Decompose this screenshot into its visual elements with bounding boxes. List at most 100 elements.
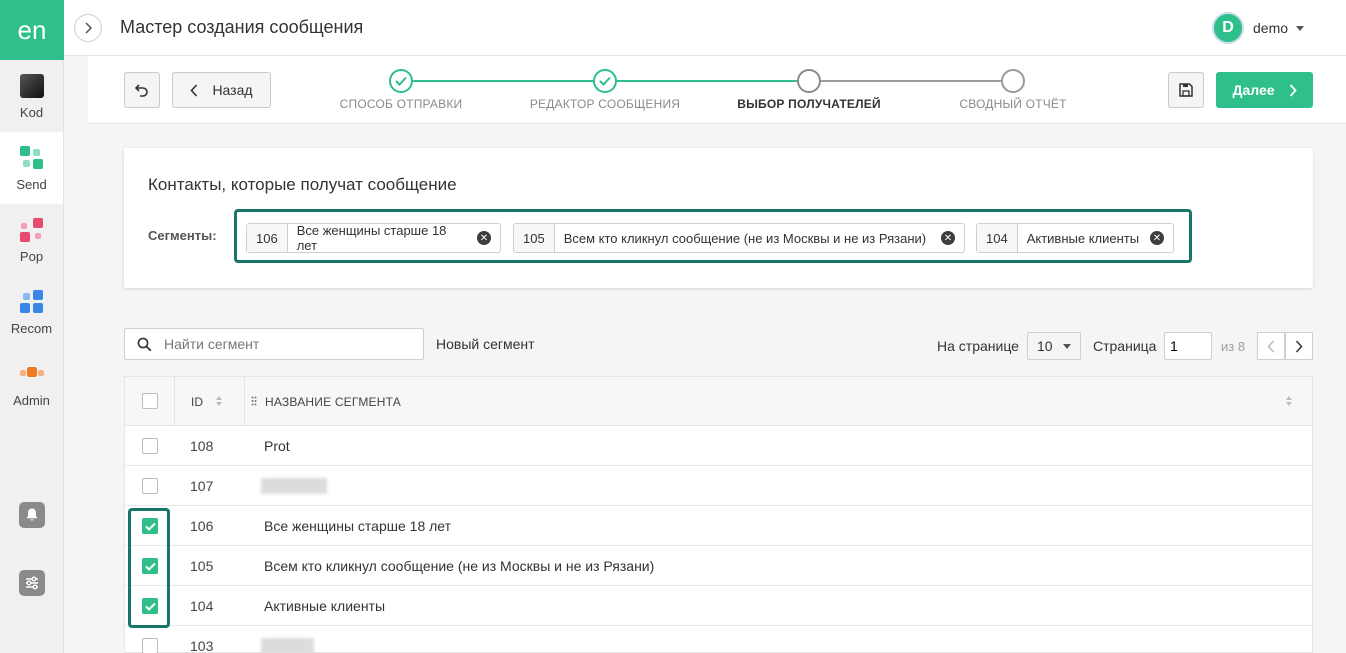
row-name: Активные клиенты — [264, 598, 386, 614]
table-row[interactable]: 108 Prot — [125, 426, 1312, 466]
remove-tag-icon[interactable]: ✕ — [941, 231, 955, 245]
expand-sidebar-button[interactable] — [74, 14, 102, 42]
wizard-toolbar: Назад СПОСОБ ОТПРАВКИ РЕДАКТОР СООБЩЕНИЯ… — [88, 56, 1346, 124]
step-connector — [413, 80, 593, 82]
admin-icon — [19, 361, 45, 387]
left-rail: en Kod Send Pop Recom Admin — [0, 0, 64, 653]
page-label: Страница — [1093, 338, 1157, 354]
row-id: 106 — [190, 518, 214, 534]
row-name: Prot — [264, 438, 290, 454]
next-page-button[interactable] — [1285, 332, 1313, 360]
table-header: ID НАЗВАНИЕ СЕГМЕНТА — [125, 377, 1312, 426]
user-menu[interactable]: D demo — [1212, 12, 1305, 44]
page-title: Мастер создания сообщения — [120, 17, 364, 37]
column-header-id[interactable]: ID — [191, 395, 203, 409]
step-1-dot[interactable] — [389, 69, 413, 93]
rail-item-kod[interactable]: Kod — [0, 60, 63, 132]
step-4-label: СВОДНЫЙ ОТЧЁТ — [959, 97, 1067, 111]
segment-tag-id: 105 — [514, 224, 555, 252]
remove-tag-icon[interactable]: ✕ — [1150, 231, 1164, 245]
caret-down-icon — [1296, 25, 1305, 31]
chevron-right-icon — [1289, 83, 1297, 97]
back-button[interactable]: Назад — [172, 72, 271, 108]
step-connector — [821, 80, 1001, 82]
row-checkbox[interactable] — [142, 438, 158, 454]
row-checkbox[interactable] — [142, 478, 158, 494]
segment-tag-name: Всем кто кликнул сообщение (не из Москвы… — [563, 230, 927, 246]
select-all-checkbox[interactable] — [142, 393, 158, 409]
row-id: 103 — [190, 638, 214, 653]
segment-tag: 104 Активные клиенты ✕ — [976, 223, 1174, 253]
app-logo[interactable]: en — [0, 0, 64, 60]
undo-icon — [134, 84, 148, 97]
avatar: D — [1212, 12, 1244, 44]
chevron-left-icon — [1267, 339, 1275, 353]
search-input[interactable] — [164, 336, 404, 352]
step-1-label: СПОСОБ ОТПРАВКИ — [339, 97, 463, 111]
check-icon — [395, 76, 407, 86]
next-button[interactable]: Далее — [1216, 72, 1313, 108]
page-number-input[interactable] — [1164, 332, 1212, 360]
per-page-select[interactable]: 10 — [1027, 332, 1081, 360]
chevron-right-icon — [85, 22, 93, 34]
sort-icon[interactable] — [1285, 395, 1293, 407]
step-2-label: РЕДАКТОР СООБЩЕНИЯ — [529, 97, 681, 111]
step-connector — [617, 80, 797, 82]
segments-table: ID НАЗВАНИЕ СЕГМЕНТА 108 Prot 107 106 Вс… — [124, 376, 1313, 653]
rail-item-send[interactable]: Send — [0, 132, 63, 204]
redacted-name — [261, 478, 327, 494]
table-row[interactable]: 103 — [125, 626, 1312, 653]
segment-tag-id: 104 — [977, 224, 1018, 252]
row-id: 107 — [190, 478, 214, 494]
user-name: demo — [1253, 20, 1289, 36]
column-header-name[interactable]: НАЗВАНИЕ СЕГМЕНТА — [265, 395, 401, 409]
rail-item-pop[interactable]: Pop — [0, 204, 63, 276]
remove-tag-icon[interactable]: ✕ — [477, 231, 491, 245]
step-4-dot[interactable] — [1001, 69, 1025, 93]
sort-icon[interactable] — [215, 395, 223, 407]
send-icon — [19, 145, 45, 171]
rail-item-admin[interactable]: Admin — [0, 348, 63, 420]
contacts-title: Контакты, которые получат сообщение — [148, 175, 457, 194]
sliders-icon[interactable] — [19, 570, 45, 596]
check-icon — [599, 76, 611, 86]
selected-segments: 106 Все женщины старше 18 лет ✕ 105 Всем… — [234, 209, 1192, 263]
table-row[interactable]: 105 Всем кто кликнул сообщение (не из Мо… — [125, 546, 1312, 586]
checked-rows-highlight — [128, 508, 170, 628]
recom-icon — [19, 289, 45, 315]
page-count: из 8 — [1221, 339, 1246, 354]
drag-handle-icon[interactable] — [251, 396, 257, 406]
row-id: 104 — [190, 598, 214, 614]
rail-item-recom[interactable]: Recom — [0, 276, 63, 348]
segments-label: Сегменты: — [148, 228, 217, 243]
wizard-stepper: СПОСОБ ОТПРАВКИ РЕДАКТОР СООБЩЕНИЯ ВЫБОР… — [340, 68, 1100, 118]
top-header: Мастер создания сообщения D demo — [64, 0, 1346, 56]
segment-tag: 105 Всем кто кликнул сообщение (не из Мо… — [513, 223, 965, 253]
table-row[interactable]: 107 — [125, 466, 1312, 506]
segment-tag-id: 106 — [247, 224, 288, 252]
chevron-right-icon — [1295, 339, 1303, 353]
segment-tag-name: Активные клиенты — [1026, 230, 1140, 246]
segment-tag: 106 Все женщины старше 18 лет ✕ — [246, 223, 501, 253]
chevron-left-icon — [190, 83, 198, 97]
row-name: Всем кто кликнул сообщение (не из Москвы… — [264, 558, 655, 574]
new-segment-link[interactable]: Новый сегмент — [436, 336, 535, 352]
search-icon — [137, 337, 152, 351]
row-name: Все женщины старше 18 лет — [264, 518, 452, 534]
row-checkbox[interactable] — [142, 638, 158, 653]
undo-button[interactable] — [124, 72, 160, 108]
caret-down-icon — [1062, 343, 1071, 349]
table-row[interactable]: 106 Все женщины старше 18 лет — [125, 506, 1312, 546]
per-page-label: На странице — [937, 338, 1019, 354]
step-2-dot[interactable] — [593, 69, 617, 93]
table-row[interactable]: 104 Активные клиенты — [125, 586, 1312, 626]
prev-page-button[interactable] — [1257, 332, 1285, 360]
save-button[interactable] — [1168, 72, 1204, 108]
contacts-card: Контакты, которые получат сообщение Сегм… — [124, 148, 1313, 288]
step-3-dot[interactable] — [797, 69, 821, 93]
bell-icon[interactable] — [19, 502, 45, 528]
pop-icon — [19, 217, 45, 243]
save-icon — [1179, 83, 1193, 97]
segment-search — [124, 328, 424, 360]
row-id: 105 — [190, 558, 214, 574]
